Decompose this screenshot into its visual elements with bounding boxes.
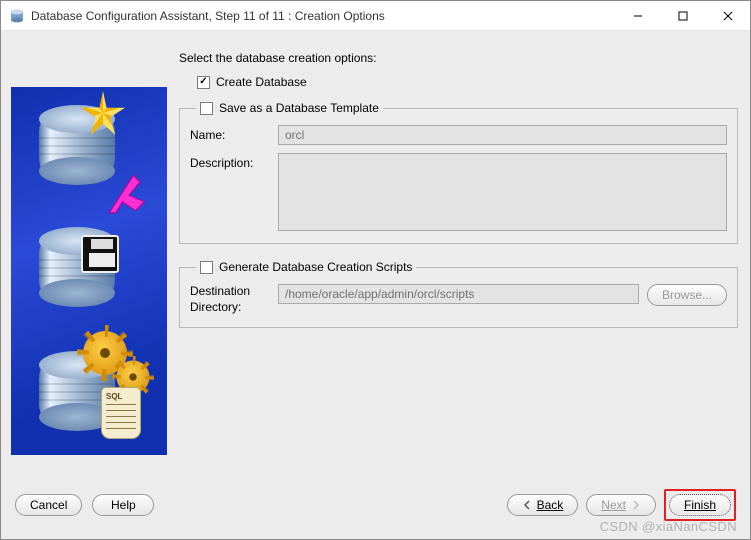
titlebar[interactable]: Database Configuration Assistant, Step 1… [1, 1, 750, 31]
destination-directory-label: Destination Directory: [190, 284, 270, 315]
wizard-footer: Cancel Help Back Next Finish [1, 483, 750, 539]
wizard-illustration [11, 87, 167, 455]
help-button[interactable]: Help [92, 494, 154, 516]
main-panel: Select the database creation options: Cr… [179, 39, 740, 483]
cancel-button[interactable]: Cancel [15, 494, 82, 516]
window-controls [615, 1, 750, 30]
save-template-legend-text: Save as a Database Template [219, 101, 379, 115]
app-icon [9, 8, 25, 24]
content-area: Select the database creation options: Cr… [1, 31, 750, 483]
next-button[interactable]: Next [586, 494, 656, 516]
save-template-checkbox[interactable] [200, 102, 213, 115]
floppy-disk-icon [81, 235, 119, 273]
sparkle-icon [81, 91, 125, 135]
instruction-text: Select the database creation options: [179, 51, 740, 65]
chevron-left-icon [522, 500, 532, 510]
generate-scripts-legend[interactable]: Generate Database Creation Scripts [196, 260, 416, 274]
window-title: Database Configuration Assistant, Step 1… [31, 8, 615, 23]
template-description-input[interactable] [278, 153, 727, 231]
create-database-checkbox[interactable] [197, 76, 210, 89]
template-name-input[interactable] [278, 125, 727, 145]
chevron-right-icon [631, 500, 641, 510]
save-template-group: Save as a Database Template Name: Descri… [179, 101, 738, 244]
sql-script-icon [101, 387, 141, 439]
generate-scripts-group: Generate Database Creation Scripts Desti… [179, 260, 738, 328]
generate-scripts-legend-text: Generate Database Creation Scripts [219, 260, 412, 274]
save-template-legend[interactable]: Save as a Database Template [196, 101, 383, 115]
browse-button[interactable]: Browse... [647, 284, 727, 306]
finish-highlight: Finish [664, 489, 736, 521]
create-database-option[interactable]: Create Database [197, 75, 740, 89]
cursor-arrow-icon [107, 171, 151, 215]
finish-button[interactable]: Finish [669, 494, 731, 516]
close-button[interactable] [705, 1, 750, 30]
template-description-label: Description: [190, 153, 270, 170]
create-database-label: Create Database [216, 75, 307, 89]
minimize-button[interactable] [615, 1, 660, 30]
template-name-label: Name: [190, 125, 270, 142]
generate-scripts-checkbox[interactable] [200, 261, 213, 274]
destination-directory-input[interactable] [278, 284, 639, 304]
window-frame: Database Configuration Assistant, Step 1… [0, 0, 751, 540]
back-button[interactable]: Back [507, 494, 579, 516]
sidebar [11, 39, 167, 483]
maximize-button[interactable] [660, 1, 705, 30]
